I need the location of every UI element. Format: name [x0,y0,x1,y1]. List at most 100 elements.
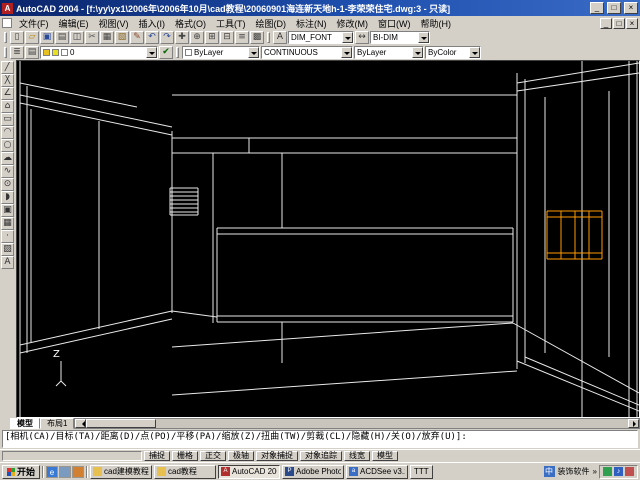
plotstyle-combo[interactable]: ByColor [425,46,481,59]
lineweight-combo[interactable]: ByLayer [354,46,424,59]
status-toggle[interactable]: 正交 [200,451,226,461]
antivirus-tray-icon[interactable] [603,467,612,476]
toolbar-grip[interactable] [4,32,7,43]
point-icon[interactable]: · [1,230,14,243]
text-style-icon[interactable]: A [273,31,287,44]
line-icon[interactable]: ╱ [1,61,14,74]
menu-item[interactable]: 帮助(H) [416,16,457,31]
menu-item[interactable]: 文件(F) [14,16,54,31]
show-desktop-icon[interactable] [59,465,72,478]
status-toggle[interactable]: 捕捉 [144,451,170,461]
layer-combo[interactable]: 0 [40,46,158,59]
network-tray-icon[interactable] [625,467,634,476]
menu-item[interactable]: 绘图(D) [251,16,292,31]
dropdown-arrow-icon[interactable] [342,32,353,43]
layer-states-icon[interactable]: ▤ [25,46,39,59]
revision-cloud-icon[interactable]: ☁ [1,152,14,165]
scroll-left-icon[interactable] [75,419,87,428]
scrollbar-thumb[interactable] [86,419,157,428]
start-button[interactable]: 开始 [2,464,41,479]
doc-close-button[interactable]: × [626,17,638,29]
dropdown-arrow-icon[interactable] [248,47,259,58]
status-toggle[interactable]: 对象追踪 [300,451,342,461]
menu-item[interactable]: 修改(M) [332,16,374,31]
status-toggle[interactable]: 线宽 [344,451,370,461]
taskbar-task[interactable]: PAdobe Photo... [282,464,345,479]
zoom-previous-icon[interactable]: ⊟ [220,31,234,44]
hatch-icon[interactable]: ▨ [1,243,14,256]
taskbar-task[interactable]: cad建模教程 [90,464,153,479]
dropdown-arrow-icon[interactable] [146,47,157,58]
language-bar-button[interactable]: TTT [410,464,433,479]
status-toggle[interactable]: 栅格 [172,451,198,461]
close-button[interactable]: × [624,2,638,14]
internet-explorer-icon[interactable]: e [46,465,59,478]
menu-item[interactable]: 窗口(W) [373,16,416,31]
toolbar-grip[interactable] [176,47,179,58]
polygon-icon[interactable]: ⌂ [1,100,14,113]
dim-style-combo[interactable]: BI-DIM [370,31,430,44]
dropdown-arrow-icon[interactable] [469,47,480,58]
status-toggle[interactable]: 模型 [372,451,398,461]
pan-icon[interactable]: ✚ [175,31,189,44]
make-block-icon[interactable]: ▦ [1,217,14,230]
tab-model[interactable]: 模型 [10,418,40,429]
toolbar-grip[interactable] [267,32,270,43]
dim-style-icon[interactable]: ↔ [355,31,369,44]
ime-indicator[interactable]: 中 [543,466,555,477]
chevron-icon[interactable]: » [593,467,597,476]
cut-icon[interactable]: ✂ [85,31,99,44]
rectangle-icon[interactable]: ▭ [1,113,14,126]
menu-item[interactable]: 工具(T) [211,16,251,31]
insert-block-icon[interactable]: ▣ [1,204,14,217]
media-player-icon[interactable] [72,465,85,478]
tab-layout1[interactable]: 布局1 [40,418,75,429]
linetype-combo[interactable]: CONTINUOUS [261,46,353,59]
menu-item[interactable]: 标注(N) [291,16,332,31]
qnew-icon[interactable]: ▯ [10,31,24,44]
doc-restore-button[interactable]: □ [613,17,625,29]
horizontal-scrollbar[interactable] [74,418,640,429]
construction-line-icon[interactable]: ╳ [1,74,14,87]
restore-button[interactable]: □ [607,2,621,14]
menu-item[interactable]: 格式(O) [170,16,211,31]
designcenter-icon[interactable]: ▩ [250,31,264,44]
text-style-combo[interactable]: DIM_FONT [288,31,354,44]
make-object-layer-current-icon[interactable]: ✔ [159,46,173,59]
layer-properties-icon[interactable]: ≣ [10,46,24,59]
status-toggle[interactable]: 极轴 [228,451,254,461]
open-icon[interactable]: ▱ [25,31,39,44]
paste-icon[interactable]: ▧ [115,31,129,44]
zoom-realtime-icon[interactable]: ⊕ [190,31,204,44]
circle-icon[interactable]: ○ [1,139,14,152]
command-line[interactable]: [相机(CA)/目标(TA)/距离(D)/点(PO)/平移(PA)/缩放(Z)/… [2,430,638,448]
properties-icon[interactable]: ≡ [235,31,249,44]
drawing-canvas[interactable]: Z [16,60,640,418]
zoom-window-icon[interactable]: ⊞ [205,31,219,44]
ellipse-arc-icon[interactable]: ◗ [1,191,14,204]
color-combo[interactable]: ByLayer [182,46,260,59]
menu-item[interactable]: 编辑(E) [54,16,94,31]
volume-tray-icon[interactable]: ♪ [614,467,623,476]
scroll-right-icon[interactable] [628,419,639,428]
status-toggle[interactable]: 对象捕捉 [256,451,298,461]
doc-minimize-button[interactable]: _ [600,17,612,29]
menu-item[interactable]: 视图(V) [94,16,134,31]
dropdown-arrow-icon[interactable] [412,47,423,58]
spline-icon[interactable]: ∿ [1,165,14,178]
polyline-icon[interactable]: ∠ [1,87,14,100]
arc-icon[interactable]: ◠ [1,126,14,139]
plot-icon[interactable]: ▤ [55,31,69,44]
menu-item[interactable]: 插入(I) [134,16,171,31]
taskbar-task[interactable]: aACDSee v3.1... [346,464,409,479]
dropdown-arrow-icon[interactable] [418,32,429,43]
ellipse-icon[interactable]: ⊙ [1,178,14,191]
copy-icon[interactable]: ▦ [100,31,114,44]
dropdown-arrow-icon[interactable] [341,47,352,58]
undo-icon[interactable]: ↶ [145,31,159,44]
taskbar-task[interactable]: cad教程 [154,464,217,479]
highlighted-object[interactable] [546,210,603,260]
match-properties-icon[interactable]: ✎ [130,31,144,44]
save-icon[interactable]: ▣ [40,31,54,44]
taskbar-task[interactable]: AAutoCAD 200... [218,464,281,479]
